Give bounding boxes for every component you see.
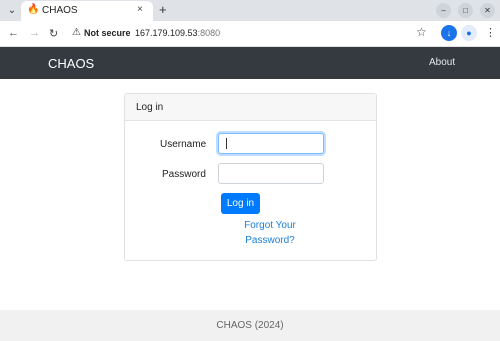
username-input[interactable] xyxy=(218,133,324,154)
warning-icon[interactable]: ⚠ xyxy=(72,27,81,38)
tab-title: CHAOS xyxy=(42,5,78,16)
forgot-password-link[interactable]: Forgot Your Password? xyxy=(233,218,307,248)
browser-tab-strip: ⌄ 🔥 CHAOS × + – □ ✕ xyxy=(0,0,500,21)
site-footer: CHAOS (2024) xyxy=(0,310,500,341)
browser-tab[interactable]: 🔥 CHAOS × xyxy=(21,1,153,21)
back-arrow-icon[interactable]: ← xyxy=(8,27,19,39)
tab-search-icon[interactable]: ⌄ xyxy=(4,3,20,19)
username-label: Username xyxy=(160,139,207,150)
profile-icon[interactable]: ● xyxy=(461,25,477,41)
star-icon[interactable]: ☆ xyxy=(416,25,427,39)
security-status[interactable]: Not secure xyxy=(84,28,131,38)
plus-icon[interactable]: + xyxy=(159,2,167,17)
login-card-header: Log in xyxy=(125,94,376,121)
site-navbar: CHAOS About xyxy=(0,47,500,79)
login-button[interactable]: Log in xyxy=(221,193,260,214)
text-caret xyxy=(226,138,227,149)
about-link[interactable]: About xyxy=(429,57,455,68)
login-card: Log in Username Password Log in Forgot Y… xyxy=(124,93,377,261)
download-icon[interactable]: ↓ xyxy=(441,25,457,41)
close-icon[interactable]: × xyxy=(137,4,143,15)
url-port: :8080 xyxy=(197,28,221,38)
address-bar: ← → ↻ ⚠ Not secure 167.179.109.53:8080 ☆… xyxy=(0,21,500,47)
kebab-menu-icon[interactable]: ⋮ xyxy=(485,26,496,39)
reload-icon[interactable]: ↻ xyxy=(49,27,58,40)
password-input[interactable] xyxy=(218,163,324,184)
forward-arrow-icon[interactable]: → xyxy=(29,27,40,39)
maximize-icon[interactable]: □ xyxy=(458,3,473,18)
password-label: Password xyxy=(162,169,206,180)
fire-favicon-icon: 🔥 xyxy=(27,4,40,15)
window-close-icon[interactable]: ✕ xyxy=(480,3,495,18)
url-field[interactable]: 167.179.109.53:8080 xyxy=(135,28,220,38)
url-host: 167.179.109.53 xyxy=(135,28,198,38)
minimize-icon[interactable]: – xyxy=(436,3,451,18)
brand-link[interactable]: CHAOS xyxy=(48,56,94,71)
